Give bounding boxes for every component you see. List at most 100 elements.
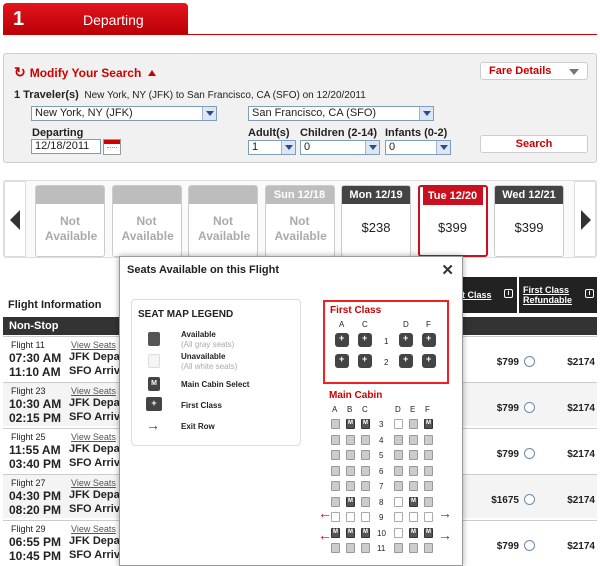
main-cabin-seat[interactable] <box>424 527 433 538</box>
main-cabin-seat[interactable] <box>331 527 340 538</box>
children-select[interactable]: 0 <box>300 140 380 155</box>
first-class-refundable-label-1[interactable]: First Class <box>523 285 569 295</box>
next-dates-button[interactable] <box>574 181 596 257</box>
first-class-seat-1f[interactable] <box>422 333 436 347</box>
main-cabin-seat[interactable] <box>424 543 433 553</box>
main-cabin-seat[interactable] <box>409 419 418 429</box>
main-cabin-seat[interactable] <box>424 465 433 476</box>
main-cabin-seat[interactable] <box>394 434 403 445</box>
info-icon[interactable]: i <box>585 289 594 298</box>
flight-number: Flight 23 <box>11 386 46 396</box>
main-cabin-seat[interactable] <box>409 450 418 460</box>
fare-radio[interactable] <box>524 356 535 367</box>
main-cabin-seat[interactable] <box>331 450 340 460</box>
main-cabin-seat[interactable] <box>346 496 355 507</box>
departing-date-input[interactable]: 12/18/2011 <box>31 139 101 154</box>
main-cabin-seat[interactable] <box>361 434 370 445</box>
infants-select[interactable]: 0 <box>385 140 451 155</box>
main-cabin-seat[interactable] <box>409 465 418 476</box>
first-class-seat-icon: + <box>146 397 162 411</box>
main-cabin-seat[interactable] <box>361 527 370 538</box>
fare-radio[interactable] <box>524 540 535 551</box>
search-button[interactable]: Search <box>480 135 588 153</box>
first-class-seat-2f[interactable] <box>422 354 436 368</box>
calendar-icon[interactable] <box>103 139 121 155</box>
main-cabin-seat[interactable] <box>394 450 403 460</box>
main-cabin-seat[interactable] <box>361 496 370 507</box>
main-cabin-seat[interactable] <box>424 434 433 445</box>
main-cabin-seat[interactable] <box>331 419 340 429</box>
origin-select[interactable]: New York, NY (JFK) <box>31 106 217 121</box>
date-cell-label: Sun 12/18 <box>265 186 334 204</box>
main-cabin-seat[interactable] <box>331 481 340 491</box>
close-icon[interactable]: ✕ <box>441 261 454 279</box>
main-cabin-seat[interactable] <box>424 496 433 507</box>
main-cabin-seat[interactable] <box>346 543 355 553</box>
fare-radio[interactable] <box>524 402 535 413</box>
main-cabin-seat[interactable] <box>409 543 418 553</box>
flight-number: Flight 29 <box>11 524 46 534</box>
first-class-seat-1d[interactable] <box>399 333 413 347</box>
first-class-seat-2c[interactable] <box>358 354 372 368</box>
main-cabin-seat[interactable] <box>409 527 418 538</box>
flight-number: Flight 27 <box>11 478 46 488</box>
main-cabin-seat[interactable] <box>346 481 355 491</box>
view-seats-link[interactable]: View Seats <box>71 386 116 396</box>
step-tab: 1 Departing <box>3 3 188 35</box>
legend-title: SEAT MAP LEGEND <box>138 309 234 320</box>
main-cabin-seat[interactable] <box>409 496 418 507</box>
first-class-column-label[interactable]: t Class <box>462 290 492 300</box>
main-cabin-seat[interactable] <box>346 527 355 538</box>
main-cabin-seat[interactable] <box>331 543 340 553</box>
date-cell[interactable]: Wed 12/21 $399 <box>494 185 564 257</box>
view-seats-link[interactable]: View Seats <box>71 478 116 488</box>
first-class-seat-2a[interactable] <box>335 354 349 368</box>
prev-dates-button[interactable] <box>4 181 26 257</box>
main-cabin-seat[interactable] <box>331 434 340 445</box>
destination-select[interactable]: San Francisco, CA (SFO) <box>248 106 434 121</box>
modify-search-toggle[interactable]: ↻ Modify Your Search <box>14 64 157 81</box>
main-cabin-seat[interactable] <box>394 465 403 476</box>
main-cabin-seat[interactable] <box>346 465 355 476</box>
main-cabin-seat[interactable] <box>346 419 355 429</box>
view-seats-link[interactable]: View Seats <box>71 340 116 350</box>
main-cabin-seat[interactable] <box>346 450 355 460</box>
view-seats-link[interactable]: View Seats <box>71 524 116 534</box>
main-cabin-seat[interactable] <box>361 481 370 491</box>
main-cabin-seat[interactable] <box>346 434 355 445</box>
main-cabin-seat[interactable] <box>424 419 433 429</box>
arrival-time: 02:15 PM <box>9 411 62 425</box>
main-cabin-seat[interactable] <box>394 543 403 553</box>
main-cabin-seat[interactable] <box>394 481 403 491</box>
first-class-seat-2d[interactable] <box>399 354 413 368</box>
main-cabin-seat[interactable] <box>409 481 418 491</box>
departure-time: 07:30 AM <box>9 351 62 365</box>
seat-column-label: E <box>410 405 416 414</box>
fare-details-dropdown[interactable]: Fare Details <box>480 62 588 80</box>
info-icon[interactable]: i <box>504 289 513 298</box>
refundable-price: $2174 <box>567 357 595 368</box>
main-cabin-seat[interactable] <box>331 465 340 476</box>
main-cabin-seat[interactable] <box>361 419 370 429</box>
main-cabin-seat[interactable] <box>361 465 370 476</box>
date-cell[interactable]: Tue 12/20 $399 <box>417 185 488 257</box>
first-class-seat-1c[interactable] <box>358 333 372 347</box>
main-cabin-seat[interactable] <box>424 450 433 460</box>
date-cell-label <box>189 186 257 204</box>
fare-radio[interactable] <box>524 494 535 505</box>
date-strip: Not Available Not Available Not Available S… <box>3 180 597 258</box>
main-cabin-seat[interactable] <box>331 496 340 507</box>
main-cabin-seat[interactable] <box>361 450 370 460</box>
seat-column-label: F <box>426 320 431 329</box>
main-cabin-seat[interactable] <box>424 481 433 491</box>
exit-row-arrow-icon: → <box>438 527 452 543</box>
first-class-seat-1a[interactable] <box>335 333 349 347</box>
adults-select[interactable]: 1 <box>248 140 296 155</box>
view-seats-link[interactable]: View Seats <box>71 432 116 442</box>
departure-time: 10:30 AM <box>9 397 62 411</box>
first-class-refundable-label-2[interactable]: Refundable <box>523 295 572 305</box>
main-cabin-seat[interactable] <box>361 543 370 553</box>
main-cabin-seat[interactable] <box>409 434 418 445</box>
date-cell[interactable]: Mon 12/19 $238 <box>341 185 411 257</box>
fare-radio[interactable] <box>524 448 535 459</box>
